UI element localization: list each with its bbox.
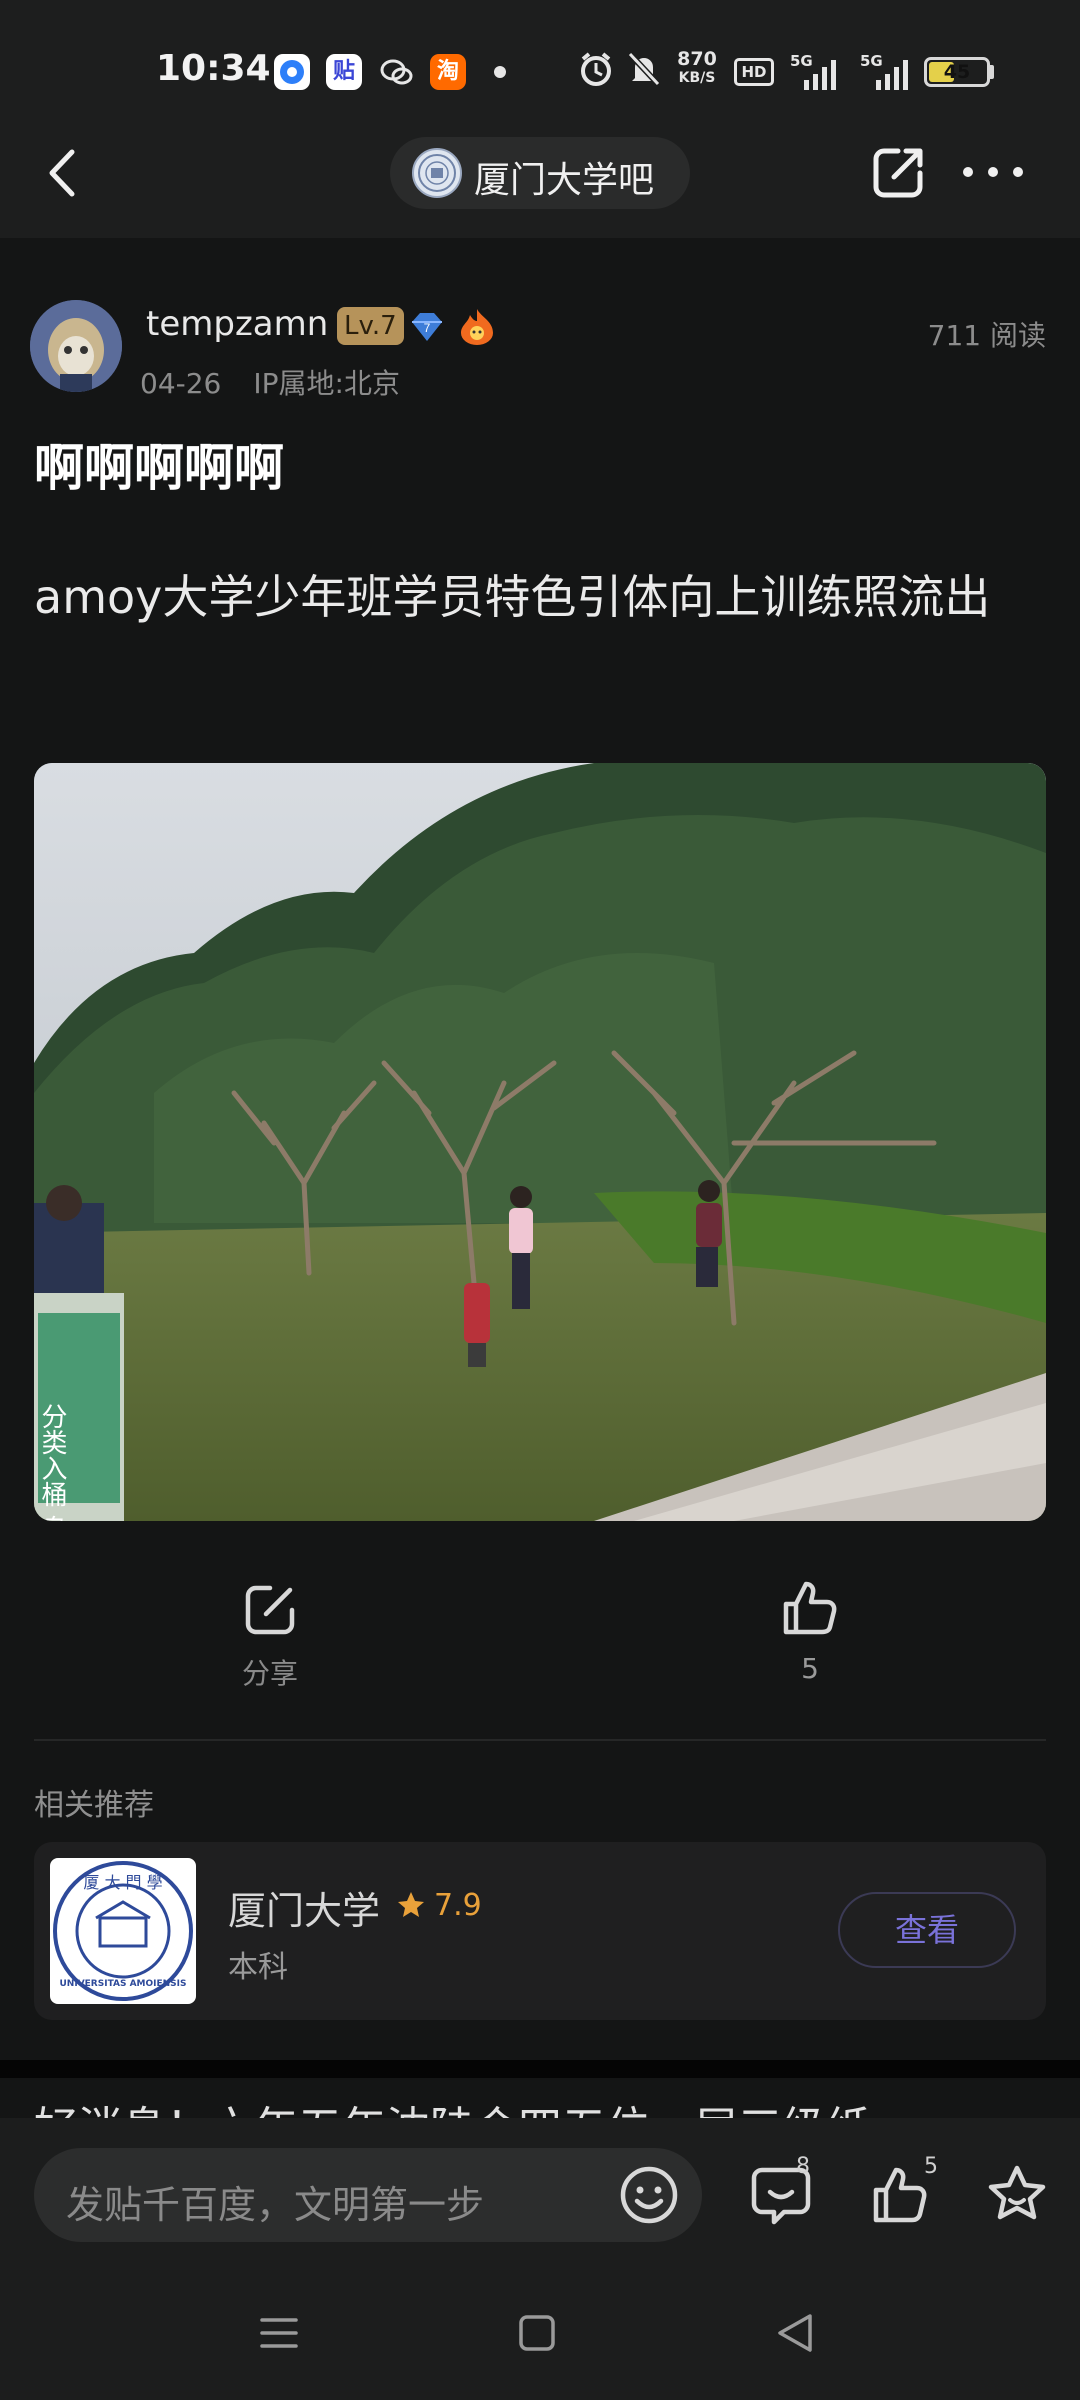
- svg-text:分类入桶 鸟语花香: 分类入桶 鸟语花香: [37, 1403, 67, 1521]
- svg-text:7: 7: [424, 321, 431, 335]
- author-name[interactable]: tempzamn: [146, 304, 328, 344]
- favorite-star-icon[interactable]: [984, 2162, 1050, 2228]
- alarm-icon: [581, 52, 611, 86]
- forum-pill[interactable]: 厦门大学吧: [390, 137, 690, 209]
- level-badge: Lv.7: [337, 307, 404, 345]
- svg-text:UNIVERSITAS AMOIENSIS: UNIVERSITAS AMOIENSIS: [60, 1979, 187, 1989]
- signal-5g-1-icon: 5G: [790, 52, 838, 90]
- wechat-icon: [378, 54, 414, 90]
- share-action[interactable]: 分享: [230, 1580, 310, 1692]
- status-bar: 10:34 贴 淘 870 KB/S HD 5G 5G 45: [0, 0, 1080, 142]
- fire-badge-icon: [461, 309, 493, 345]
- back-icon[interactable]: [772, 2310, 818, 2356]
- back-arrow-icon[interactable]: [38, 146, 88, 200]
- signal-5g-2-icon: 5G: [860, 52, 912, 90]
- recommend-name: 厦门大学: [228, 1889, 381, 1933]
- comment-placeholder: 发贴千百度，文明第一步: [66, 2183, 485, 2227]
- browser-icon: [274, 54, 310, 90]
- read-count: 711 阅读: [927, 319, 1046, 352]
- taobao-icon: 淘: [430, 54, 466, 90]
- comment-count: 8: [796, 2154, 810, 2179]
- forum-name: 厦门大学吧: [474, 160, 655, 201]
- like-action[interactable]: 5: [770, 1576, 850, 1685]
- recommend-rating: 7.9: [434, 1888, 482, 1923]
- section-gap: [0, 2060, 1080, 2078]
- post-date: 04-26: [140, 367, 222, 400]
- share-icon[interactable]: [868, 143, 928, 203]
- post-title: 啊啊啊啊啊: [34, 439, 284, 497]
- mute-icon: [627, 51, 661, 87]
- bar-like-count: 5: [924, 2154, 938, 2179]
- svg-text:厦 大 門 學: 厦 大 門 學: [83, 1873, 162, 1892]
- comment-input[interactable]: 发贴千百度，文明第一步: [34, 2148, 702, 2242]
- status-time: 10:34: [156, 48, 271, 89]
- ip-location: IP属地:北京: [253, 367, 400, 400]
- more-icon[interactable]: [958, 160, 1028, 184]
- tieba-icon: 贴: [326, 54, 362, 90]
- menu-icon[interactable]: [256, 2310, 302, 2356]
- share-label: 分享: [241, 1657, 298, 1690]
- share-action-icon: [245, 1585, 295, 1635]
- network-speed: 870 KB/S: [677, 48, 717, 87]
- recommend-sub: 本科: [228, 1950, 288, 1985]
- post-meta: 04-26 IP属地:北京: [140, 362, 400, 402]
- notification-dot: [494, 66, 506, 78]
- post-photo[interactable]: 分类入桶 鸟语花香: [34, 763, 1046, 1521]
- battery-icon: 45: [924, 57, 990, 87]
- recommend-section-title: 相关推荐: [34, 1788, 154, 1823]
- university-logo: 厦 大 門 學 UNIVERSITAS AMOIENSIS: [50, 1858, 196, 2004]
- gem-badge-icon: 7: [412, 313, 442, 341]
- divider: [34, 1739, 1046, 1741]
- hd-icon: HD: [734, 58, 774, 86]
- view-button[interactable]: 查看: [838, 1892, 1016, 1968]
- forum-logo-icon: [412, 148, 462, 198]
- author-avatar[interactable]: [30, 300, 122, 392]
- like-count: 5: [801, 1652, 819, 1685]
- home-icon[interactable]: [514, 2310, 560, 2356]
- recommend-card[interactable]: 厦 大 門 學 UNIVERSITAS AMOIENSIS 厦门大学 7.9 本…: [34, 1842, 1046, 2020]
- battery-cap: [990, 65, 994, 79]
- star-icon: [398, 1892, 424, 1917]
- post-body: amoy大学少年班学员特色引体向上训练照流出: [34, 570, 991, 624]
- thumbs-up-icon: [783, 1581, 837, 1635]
- emoji-icon[interactable]: [618, 2164, 680, 2226]
